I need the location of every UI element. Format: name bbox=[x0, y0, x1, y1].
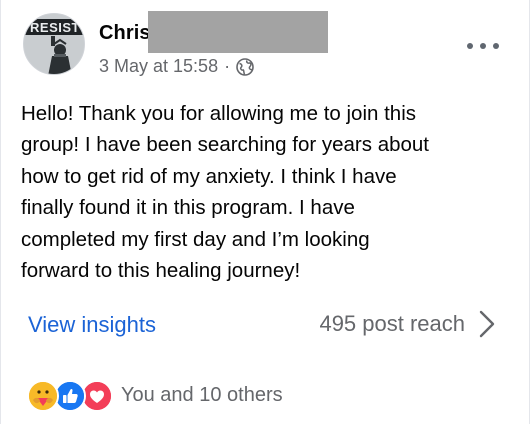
avatar-text: RESIST bbox=[30, 20, 80, 35]
post-text-line: finally found it in this program. I have bbox=[21, 196, 355, 220]
post-text-line: completed my first day and I’m looking bbox=[21, 227, 370, 251]
post-card: RESIST Chris 3 May at 15:58 · Hello! Tha… bbox=[0, 0, 530, 424]
post-text-line: how to get rid of my anxiety. I think I … bbox=[21, 164, 397, 188]
more-dot bbox=[493, 43, 499, 49]
more-options-icon[interactable] bbox=[467, 36, 499, 56]
more-dot bbox=[480, 43, 486, 49]
author-name[interactable]: Chris bbox=[99, 22, 151, 45]
view-insights-link[interactable]: View insights bbox=[28, 312, 156, 338]
more-dot bbox=[467, 43, 473, 49]
post-text-line: Hello! Thank you for allowing me to join… bbox=[21, 102, 417, 125]
author-avatar[interactable]: RESIST bbox=[23, 13, 85, 75]
post-meta: 3 May at 15:58 · bbox=[99, 56, 254, 77]
post-text-line: group! I have been searching for years a… bbox=[21, 133, 429, 157]
statue-of-liberty-icon: RESIST bbox=[24, 14, 84, 74]
chevron-right-icon bbox=[479, 310, 495, 338]
reactions-summary[interactable]: You and 10 others bbox=[27, 380, 283, 412]
redaction-block bbox=[148, 11, 328, 53]
reaction-icons bbox=[27, 380, 113, 412]
globe-icon[interactable] bbox=[236, 57, 254, 76]
post-reach-text: 495 post reach bbox=[319, 311, 465, 336]
meta-separator: · bbox=[224, 56, 231, 76]
post-text-line: forward to this healing journey! bbox=[21, 259, 301, 283]
care-reaction-icon bbox=[27, 380, 59, 412]
reactions-count-text: You and 10 others bbox=[121, 383, 283, 406]
post-timestamp[interactable]: 3 May at 15:58 bbox=[99, 56, 218, 77]
post-body-text: Hello! Thank you for allowing me to join… bbox=[21, 98, 517, 286]
post-reach-button[interactable]: 495 post reach bbox=[319, 310, 495, 338]
